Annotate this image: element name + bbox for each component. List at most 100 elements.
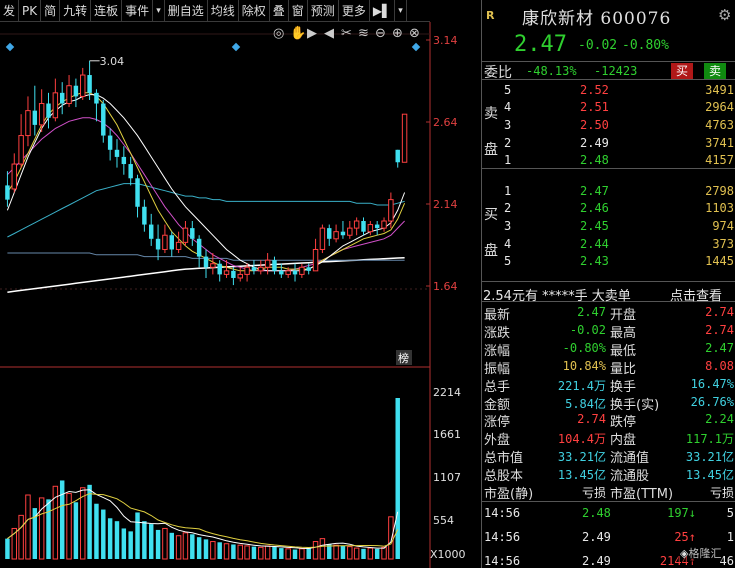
candle: [175, 231, 182, 254]
rank-badge[interactable]: 榜: [396, 350, 412, 365]
toolbar-item-13[interactable]: 更多: [339, 0, 370, 21]
weibi-label: 委比: [484, 65, 512, 81]
volume-bar: [319, 538, 326, 560]
stat-value: 16.47%: [690, 376, 734, 391]
tick-time: 14:56: [484, 554, 521, 568]
candle: [169, 231, 174, 257]
gear-icon[interactable]: ⚙: [718, 6, 731, 24]
ask-row[interactable]: 2 2.49 3741: [482, 134, 735, 152]
nav-arrow-icon[interactable]: ▶▌: [370, 0, 396, 21]
volume-bar: [237, 544, 243, 560]
stat-label: 换手(实): [610, 397, 660, 413]
volume-bar: [5, 538, 10, 559]
toolbar-item-11[interactable]: 窗: [289, 0, 308, 21]
candle: [94, 89, 99, 122]
toolbar-item-6[interactable]: ▾: [153, 0, 165, 21]
volume-bar: [155, 529, 161, 559]
sell-button[interactable]: 卖: [704, 63, 727, 79]
bid-row[interactable]: 3 2.45 974: [482, 217, 735, 235]
scissors-icon[interactable]: ✂: [341, 26, 352, 41]
candle: [128, 156, 133, 186]
stat-value: 33.21亿: [557, 450, 606, 465]
view-big-orders-link[interactable]: 点击查看: [670, 285, 722, 304]
back-icon[interactable]: ◀: [324, 26, 334, 41]
candle: [66, 75, 72, 108]
volume-bar: [182, 532, 189, 560]
hand-icon[interactable]: ✋: [290, 25, 306, 41]
toolbar-item-1[interactable]: PK: [19, 0, 42, 21]
event-marker-icon[interactable]: [231, 42, 241, 52]
ask-price: 2.51: [580, 100, 609, 115]
high-price-label: 3.04: [100, 55, 125, 68]
bid-row[interactable]: 2 2.46 1103: [482, 200, 735, 218]
tick-price: 2.49: [582, 554, 611, 568]
bid-row[interactable]: 1 2.47 2798: [482, 182, 735, 200]
stat-label: 外盘: [484, 433, 511, 449]
ask-row[interactable]: 4 2.51 2964: [482, 99, 735, 117]
candle: [73, 78, 79, 108]
event-marker-icon[interactable]: [411, 42, 421, 52]
candle: [401, 113, 408, 163]
bid-price: 2.43: [580, 254, 609, 269]
close-circle-icon[interactable]: ⊗: [409, 26, 420, 41]
eye-icon[interactable]: ◎: [273, 26, 284, 41]
toolbar-item-0[interactable]: 发: [0, 0, 20, 21]
stat-label: 跌停: [610, 415, 637, 431]
toolbar-item-5[interactable]: 事件: [122, 0, 154, 21]
toolbar-item-10[interactable]: 叠: [270, 0, 289, 21]
candle: [121, 146, 127, 175]
event-marker-icon[interactable]: [5, 42, 15, 52]
volume-bar: [292, 549, 298, 559]
toolbar-item-3[interactable]: 九转: [60, 0, 92, 21]
candle: [80, 67, 86, 100]
ask-volume: 2964: [705, 100, 734, 115]
volume-bar: [285, 548, 291, 560]
play-icon[interactable]: ▶: [307, 26, 317, 41]
bid-row[interactable]: 4 2.44 373: [482, 235, 735, 253]
volume-bar: [340, 545, 346, 559]
volume-bar: [306, 547, 311, 559]
volume-ma-line: [7, 489, 399, 550]
stat-value: 亏损: [581, 486, 606, 500]
toolbar-item-2[interactable]: 简: [41, 0, 61, 21]
bid-level: 3: [504, 218, 512, 233]
ask-book: 卖 盘 5 2.52 3491 4 2.51 2964 3 2.50 4763 2 2.49 3741…: [482, 81, 735, 169]
bid-volume: 1445: [705, 254, 734, 269]
toolbar-dropdown[interactable]: ▾: [395, 0, 407, 21]
big-order-row: 2.54元有 *****手 大卖单 点击查看: [482, 284, 735, 304]
candle: [190, 221, 195, 246]
buy-button[interactable]: 买: [671, 63, 694, 79]
wave-icon[interactable]: ≋: [358, 26, 369, 41]
volume-bar: [251, 546, 257, 559]
candle: [217, 260, 222, 282]
ask-row[interactable]: 1 2.48 4157: [482, 151, 735, 169]
kline-chart[interactable]: 3.14 2.64 2.14 1.64 2214 1661 1107 554 X1000 ◎ ✋ ▶…: [0, 22, 481, 568]
volume-bar: [367, 547, 374, 560]
toolbar-item-4[interactable]: 连板: [91, 0, 123, 21]
volume-bar: [101, 509, 106, 559]
candle: [32, 85, 38, 136]
toolbar-item-7[interactable]: 删自选: [165, 0, 208, 21]
ask-row[interactable]: 3 2.50 4763: [482, 116, 735, 134]
stat-value: 13.45亿: [557, 468, 606, 483]
candle: [374, 221, 380, 236]
stat-value: -0.02: [569, 322, 606, 337]
ask-row[interactable]: 5 2.52 3491: [482, 81, 735, 99]
stat-value: 26.76%: [690, 394, 734, 409]
stat-label: 最低: [610, 343, 637, 359]
volume-bar: [87, 484, 92, 559]
toolbar-item-8[interactable]: 均线: [208, 0, 239, 21]
minus-circle-icon[interactable]: ⊖: [375, 26, 386, 41]
volume-bar: [223, 543, 230, 560]
stat-value: 33.21亿: [685, 450, 734, 465]
bid-row[interactable]: 5 2.43 1445: [482, 252, 735, 270]
ask-price: 2.48: [580, 153, 609, 168]
plus-circle-icon[interactable]: ⊕: [392, 26, 403, 41]
toolbar-item-9[interactable]: 除权: [239, 0, 270, 21]
volume-bar: [395, 398, 400, 559]
toolbar-item-12[interactable]: 预测: [308, 0, 339, 21]
ask-volume: 3491: [705, 82, 734, 97]
stat-value: 2.74: [705, 322, 734, 337]
candle: [46, 92, 51, 129]
volume-bar: [272, 546, 277, 559]
